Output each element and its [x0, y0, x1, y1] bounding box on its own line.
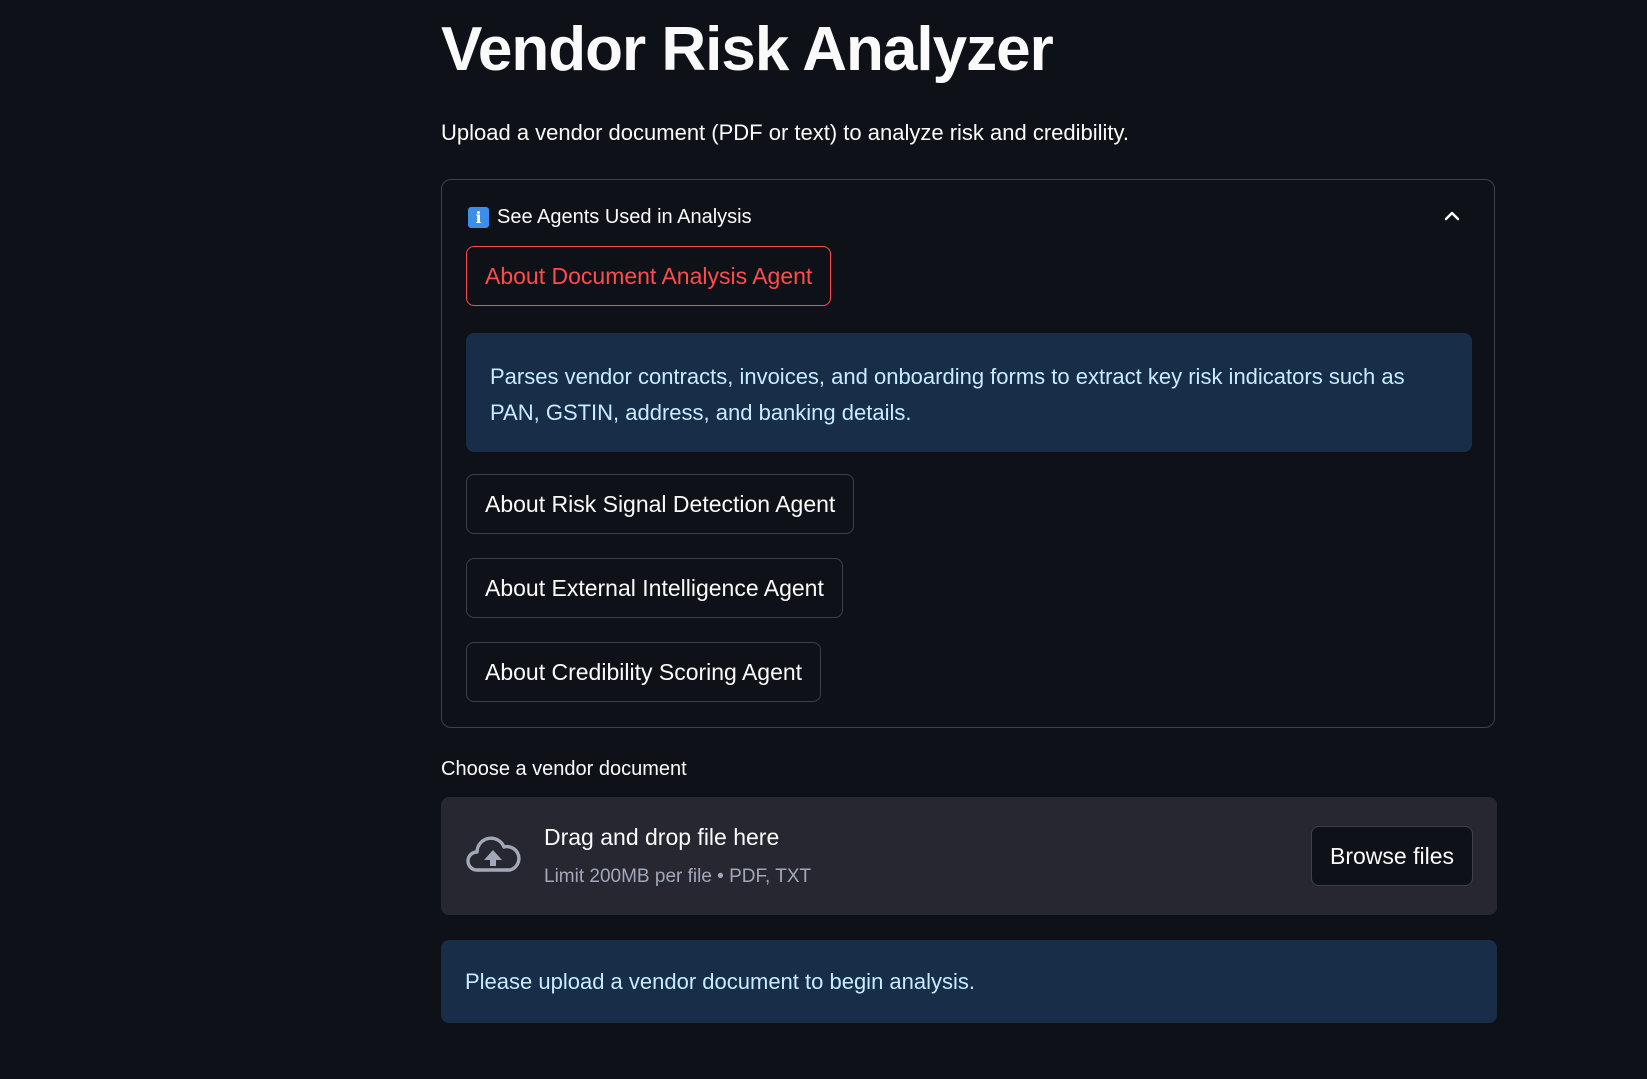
file-dropzone[interactable]: Drag and drop file here Limit 200MB per … — [441, 797, 1497, 915]
document-analysis-agent-button[interactable]: About Document Analysis Agent — [466, 246, 832, 306]
risk-signal-detection-agent-button[interactable]: About Risk Signal Detection Agent — [466, 474, 855, 534]
credibility-scoring-agent-button[interactable]: About Credibility Scoring Agent — [466, 642, 822, 702]
upload-prompt-notice: Please upload a vendor document to begin… — [441, 940, 1497, 1023]
cloud-upload-icon — [466, 836, 521, 872]
external-intelligence-agent-button[interactable]: About External Intelligence Agent — [466, 558, 843, 618]
chevron-up-icon[interactable] — [1440, 204, 1464, 228]
expander-header[interactable]: i See Agents Used in Analysis — [468, 202, 752, 232]
dropzone-instructions: Drag and drop file here — [544, 824, 780, 850]
info-icon: i — [468, 206, 489, 228]
browse-files-button[interactable]: Browse files — [1311, 826, 1473, 886]
agent-info-box: Parses vendor contracts, invoices, and o… — [466, 333, 1472, 452]
uploader-label: Choose a vendor document — [441, 758, 687, 780]
agents-expander: i See Agents Used in Analysis About Docu… — [441, 179, 1495, 728]
page-subtitle: Upload a vendor document (PDF or text) t… — [441, 120, 1130, 145]
dropzone-limit-text: Limit 200MB per file • PDF, TXT — [544, 866, 812, 887]
page-title: Vendor Risk Analyzer — [441, 15, 1054, 84]
expander-label: See Agents Used in Analysis — [497, 205, 752, 228]
